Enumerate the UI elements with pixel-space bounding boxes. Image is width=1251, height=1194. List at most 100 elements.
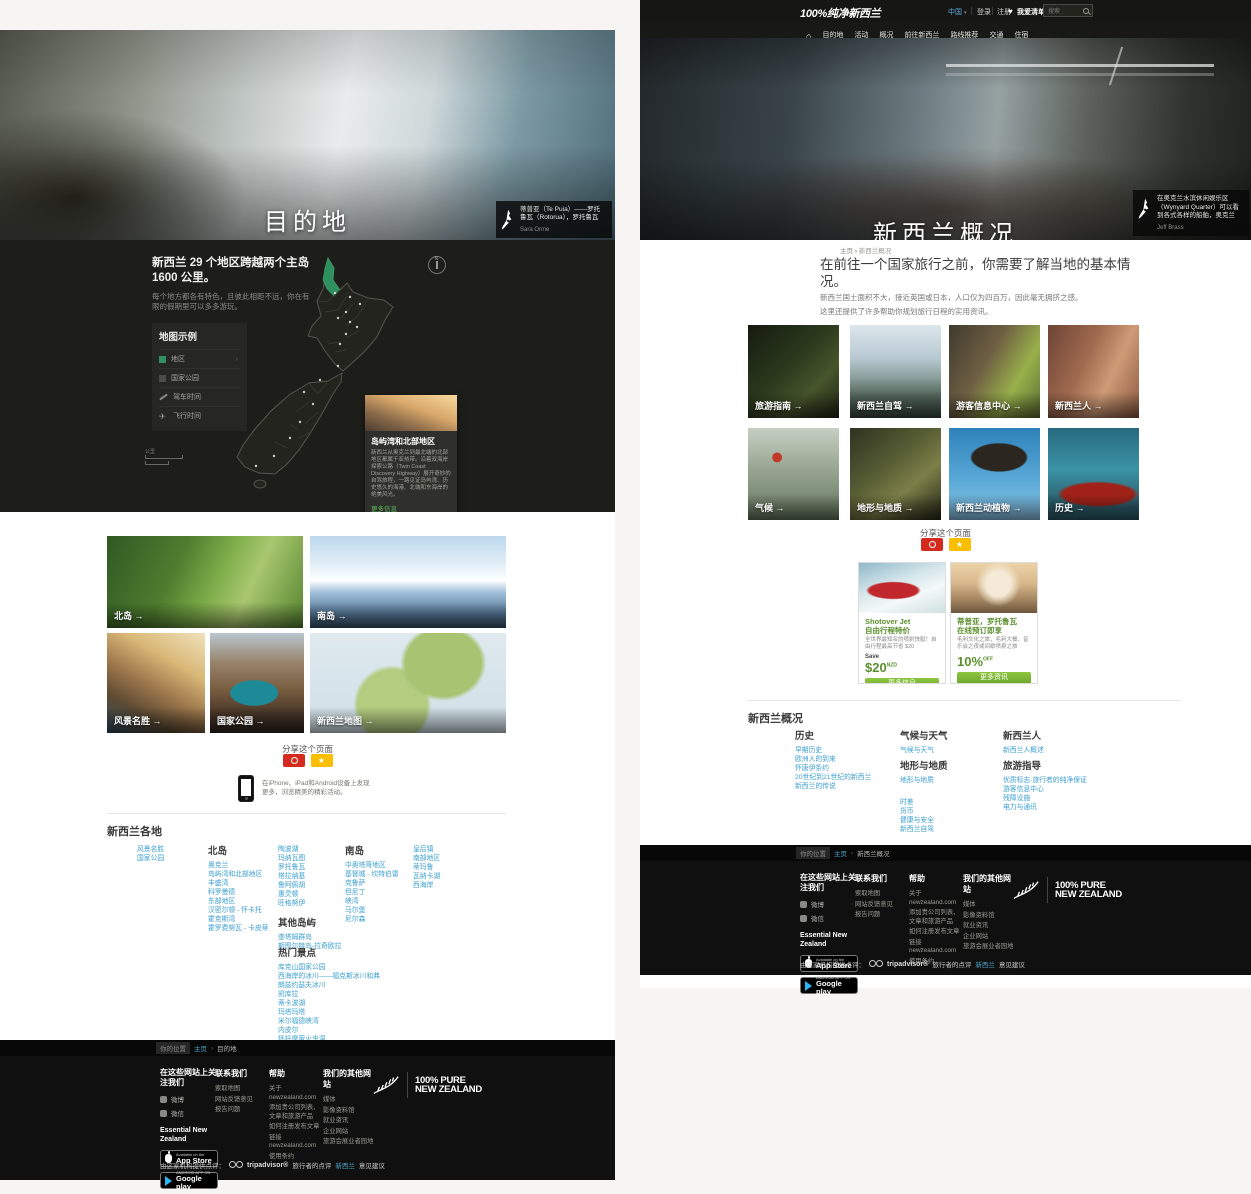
more-info-button[interactable]: 更多信息 [865,678,939,684]
text-link[interactable]: 风景名胜 [137,845,197,854]
breadcrumb-home-link[interactable]: 主页 [194,1043,207,1053]
text-link[interactable]: 怀唐伊条约 [795,764,913,773]
text-link[interactable]: 链接newzealand.com [269,1134,323,1151]
text-link[interactable]: 企业网站 [323,1128,377,1137]
photo-card[interactable]: 南岛 [310,536,506,628]
google-play-badge[interactable]: ANDROID APP ONGoogle play [160,1172,218,1189]
text-link[interactable]: 蒂玛鲁 [413,863,473,872]
text-link[interactable]: 蒂卡波湖 [278,999,380,1008]
text-link[interactable]: 汉密尔顿 - 怀卡托 [208,906,280,915]
text-link[interactable]: 报告问题 [215,1106,269,1115]
search-input[interactable] [1046,5,1088,18]
more-info-button[interactable]: 更多资讯 [957,672,1031,684]
text-link[interactable]: 健康与安全 [900,816,990,825]
region-selector[interactable]: 中国 [948,7,967,17]
text-link[interactable]: 早期历史 [795,746,913,755]
photo-card[interactable]: 新西兰地图 [310,633,506,733]
text-link[interactable]: 西海岸 [413,881,473,890]
photo-card[interactable]: 北岛 [107,536,303,628]
social-link[interactable]: 微信 [160,1108,222,1118]
text-link[interactable]: 网站反馈意见 [215,1096,269,1105]
text-link[interactable]: 媒体 [963,901,1017,910]
text-link[interactable]: 基督城 - 坎特伯雷 [345,870,419,879]
text-link[interactable]: 如何注册发布文章 [269,1123,323,1132]
breadcrumb-home-link[interactable]: 主页 [840,248,853,255]
text-link[interactable]: 玛纳瓦图 [278,854,338,863]
text-link[interactable]: 东部地区 [208,897,280,906]
text-link[interactable]: 内皮尔 [278,1026,380,1035]
photo-card[interactable]: 游客信息中心 [949,325,1040,418]
nz-reviews-link[interactable]: 新西兰 [975,959,995,969]
wishlist-link[interactable]: 我爱清单 [1017,7,1045,17]
photo-card[interactable]: 新西兰人 [1048,325,1139,418]
text-link[interactable]: 国家公园 [137,854,197,863]
search-icon[interactable] [1083,8,1089,14]
qzone-share-button[interactable] [949,538,971,551]
breadcrumb-home-link[interactable]: 主页 [834,848,847,858]
text-link[interactable]: 陶波湖 [278,845,338,854]
text-link[interactable]: 电力与通讯 [1003,803,1141,812]
text-link[interactable]: 峡湾 [345,897,419,906]
text-link[interactable]: 罗托鲁瓦 [278,863,338,872]
text-link[interactable]: 马尔堡 [345,906,419,915]
text-link[interactable]: 塔拉纳基 [278,872,338,881]
photo-card[interactable]: 旅游指南 [748,325,839,418]
site-logo[interactable]: 100%纯净新西兰 [800,5,880,21]
qzone-share-button[interactable] [311,754,333,767]
text-link[interactable]: 时差 [900,798,990,807]
text-link[interactable]: 鲁阿佩胡 [278,881,338,890]
photo-card[interactable]: 气候 [748,428,839,520]
text-link[interactable]: 企业网站 [963,933,1017,942]
text-link[interactable]: 地形与地质 [900,776,990,785]
text-link[interactable]: 如何注册发布文章 [909,928,963,937]
photo-card[interactable]: 风景名胜 [107,633,205,733]
photo-card[interactable]: 国家公园 [210,633,304,733]
text-link[interactable]: 网站反馈意见 [855,901,909,910]
text-link[interactable]: 但尼丁 [345,888,419,897]
text-link[interactable]: 米尔福德峡湾 [278,1017,380,1026]
text-link[interactable]: 20世纪到21世纪的新西兰 [795,773,913,782]
social-link[interactable]: 微信 [800,913,862,923]
photo-card[interactable]: 新西兰自驾 [850,325,941,418]
deal-card[interactable]: Shotover Jet自由行程特价 全世界最知名的喷射快艇！自由行程最高节省 … [858,562,946,684]
text-link[interactable]: 中奥塔哥地区 [345,861,419,870]
text-link[interactable]: 玛塔玛塔 [278,1008,380,1017]
text-link[interactable]: 克鲁萨 [345,879,419,888]
text-link[interactable]: 新西兰人概述 [1003,746,1123,755]
text-link[interactable]: 惠灵顿 [278,890,338,899]
text-link[interactable]: 索取地图 [855,890,909,899]
login-link[interactable]: 登录 [977,7,991,17]
text-link[interactable]: 库克山国家公园 [278,963,380,972]
text-link[interactable]: 岛屿湾和北部地区 [208,870,280,879]
deal-card[interactable]: 蒂普亚，罗托鲁瓦在线预订即享 毛利文化之旅，毛利大餐、音乐会之夜或间歇喷泉之旅 … [950,562,1038,684]
region-tooltip-card[interactable]: 岛屿湾和北部地区 新西兰从奥克兰到最北端的北部地区都属于亚热带。沿着双海岸探索公… [365,395,457,512]
more-info-link[interactable]: 更多信息 [371,503,451,512]
text-link[interactable]: 添加贵公司列表、文章和旅游产品 [269,1104,323,1121]
text-link[interactable]: 南部地区 [413,854,473,863]
text-link[interactable]: 凯库拉 [278,990,380,999]
text-link[interactable]: 货币 [900,807,990,816]
text-link[interactable]: 气候与天气 [900,746,990,755]
weibo-share-button[interactable] [921,538,943,551]
text-link[interactable]: 报告问题 [855,911,909,920]
text-link[interactable]: 旅游会展业者园地 [323,1138,377,1147]
text-link[interactable]: 霍罗费努瓦 - 卡皮蒂 [208,924,280,933]
text-link[interactable]: 添加贵公司列表、文章和旅游产品 [909,909,963,926]
weibo-share-button[interactable] [283,754,305,767]
text-link[interactable]: 查塔姆群岛 [278,933,370,942]
text-link[interactable]: 皇后镇 [413,845,473,854]
text-link[interactable]: 瓦纳卡湖 [413,872,473,881]
text-link[interactable]: 就业资讯 [963,922,1017,931]
social-link[interactable]: 微博 [800,899,862,909]
text-link[interactable]: 科罗曼德 [208,888,280,897]
text-link[interactable]: 优质标志-旅行者的纯净保证 [1003,776,1141,785]
nz-reviews-link[interactable]: 新西兰 [335,1160,355,1170]
text-link[interactable]: 新西兰的传说 [795,782,913,791]
text-link[interactable]: 媒体 [323,1096,377,1105]
text-link[interactable]: 丰盛湾 [208,879,280,888]
text-link[interactable]: 游客信息中心 [1003,785,1141,794]
text-link[interactable]: 关于newzealand.com [909,890,963,907]
text-link[interactable]: 就业资讯 [323,1117,377,1126]
google-play-badge[interactable]: ANDROID APP ONGoogle play [800,977,858,994]
text-link[interactable]: 残障设施 [1003,794,1141,803]
